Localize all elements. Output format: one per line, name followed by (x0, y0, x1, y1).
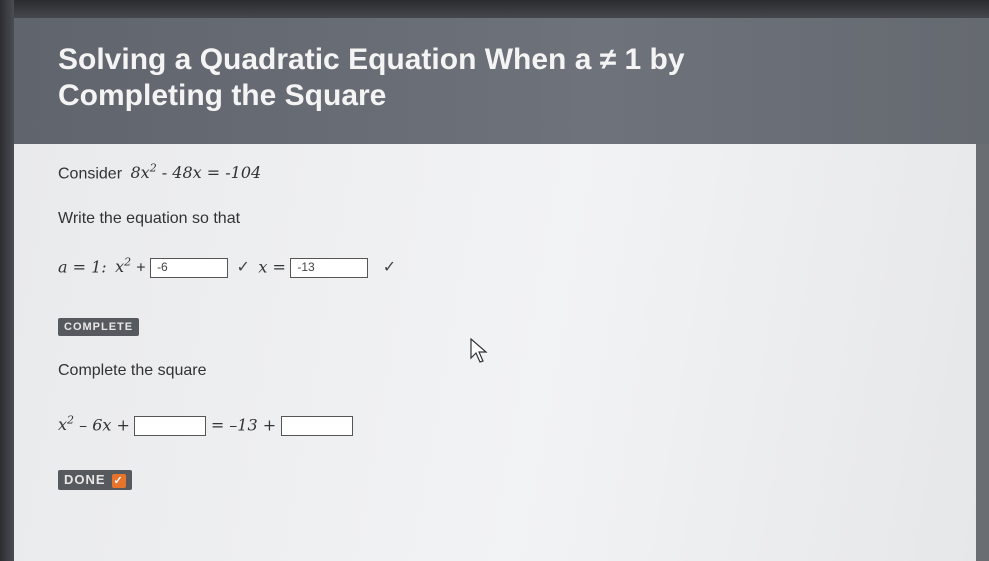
check-icon: ✓ (382, 259, 397, 277)
coefficient-answer-box[interactable]: -6 (150, 258, 229, 279)
complete-square-instruction: Complete the square (58, 362, 207, 380)
complete-square-line: x2 – 6x + = –13 + (58, 414, 353, 437)
x-squared-term: x2 (58, 414, 75, 435)
monitor-right-edge (976, 144, 989, 561)
page-title: Solving a Quadratic Equation When a ≠ 1 … (58, 43, 685, 112)
plus-sign: + (136, 259, 146, 277)
monitor-top-edge (0, 0, 989, 18)
done-button[interactable]: DONE ✓ (58, 470, 132, 490)
complete-button[interactable]: COMPLETE (58, 318, 140, 336)
consider-line: Consider 8x2 - 48x = -104 (58, 162, 261, 183)
middle-term: – 6x + (79, 415, 130, 435)
complete-square-label: Complete the square (58, 362, 207, 379)
lesson-header: Solving a Quadratic Equation When a ≠ 1 … (14, 18, 989, 144)
right-square-answer-box[interactable] (280, 416, 353, 437)
instruction-text: Write the equation so that (58, 210, 241, 227)
left-square-answer-box[interactable] (134, 416, 207, 437)
monitor-left-edge (0, 0, 14, 561)
check-icon: ✓ (111, 473, 126, 488)
constant-answer-box[interactable]: -13 (290, 258, 369, 279)
check-icon: ✓ (236, 259, 250, 277)
given-equation: 8x2 - 48x = -104 (130, 162, 262, 183)
instruction-line: Write the equation so that (58, 210, 240, 228)
x-squared-term: x2 (115, 256, 132, 277)
right-side-expression: = –13 + (210, 415, 277, 435)
x-equals-label: x = (258, 257, 286, 277)
mouse-cursor-icon (470, 338, 488, 363)
consider-label: Consider (58, 165, 123, 183)
done-label: DONE (64, 472, 106, 487)
lesson-content: Consider 8x2 - 48x = -104 Write the equa… (14, 144, 976, 561)
a-equals-label: a = 1: (58, 257, 107, 277)
rewrite-line: a = 1: x2 + -6 ✓ x = -13 ✓ (58, 256, 400, 279)
